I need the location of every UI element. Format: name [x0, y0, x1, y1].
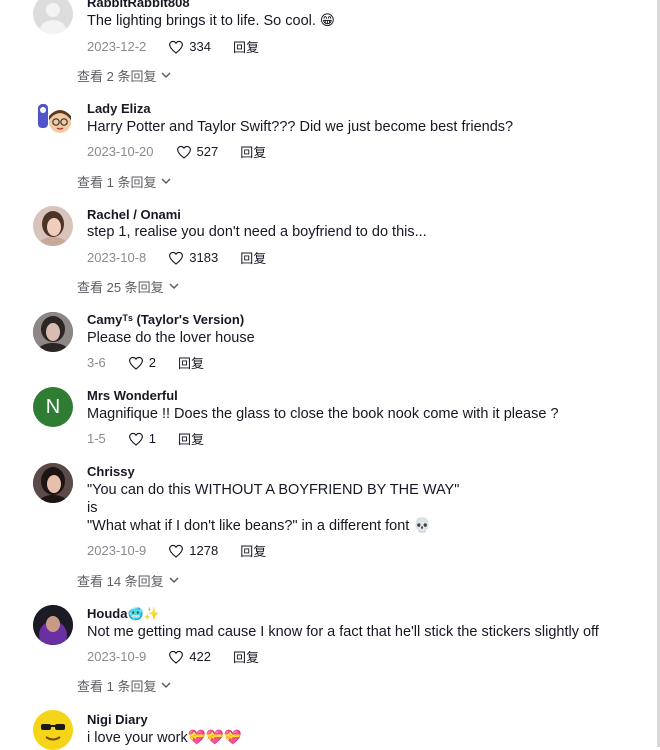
comment-date: 2023-12-2 [87, 39, 147, 54]
comment-meta: 2023-10-20 527 回复 [87, 142, 266, 161]
reply-button[interactable]: 回复 [240, 541, 266, 560]
like-button[interactable]: 1 [128, 431, 156, 446]
comment-date: 3-6 [87, 355, 106, 370]
like-count: 422 [189, 649, 211, 664]
comment-author[interactable]: Lady Eliza [87, 101, 151, 116]
chevron-down-icon [161, 682, 171, 689]
chevron-down-icon [169, 577, 179, 584]
like-count: 2 [148, 355, 157, 370]
chevron-down-icon [169, 283, 179, 290]
comment-author[interactable]: Houda🥶✨ [87, 606, 160, 622]
reply-button[interactable]: 回复 [233, 647, 259, 666]
view-replies-label: 查看 14 条回复 [77, 574, 164, 589]
like-button[interactable]: 422 [168, 649, 211, 664]
reply-button[interactable]: 回复 [178, 429, 204, 448]
comment-author[interactable]: Nigi Diary [87, 712, 148, 727]
comment-text: "What what if I don't like beans?" in a … [87, 518, 432, 534]
comment-author[interactable]: Mrs Wonderful [87, 388, 178, 403]
comment-date: 2023-10-9 [87, 543, 147, 558]
comment-date: 2023-10-8 [87, 250, 147, 265]
avatar[interactable] [33, 605, 73, 645]
avatar[interactable] [33, 206, 73, 246]
view-replies-link[interactable]: 查看 25 条回复 [77, 277, 179, 296]
like-count: 1 [148, 431, 157, 446]
comment-text: is [87, 500, 98, 516]
like-button[interactable]: 1278 [168, 543, 218, 558]
comment-author[interactable]: Chrissy [87, 464, 135, 479]
like-button[interactable]: 334 [168, 39, 211, 54]
heart-outline-icon [169, 650, 184, 664]
heart-outline-icon [176, 145, 191, 159]
avatar[interactable] [33, 710, 73, 750]
view-replies-link[interactable]: 查看 14 条回复 [77, 571, 179, 590]
comment-meta: 3-6 2 回复 [87, 353, 204, 372]
view-replies-label: 查看 1 条回复 [77, 679, 157, 694]
comment-meta: 2023-10-9 422 回复 [87, 647, 259, 666]
reply-button[interactable]: 回复 [240, 248, 266, 267]
view-replies-link[interactable]: 查看 2 条回复 [77, 66, 171, 85]
avatar[interactable] [33, 0, 73, 34]
comment-author[interactable]: RabbitRabbit808 [87, 0, 190, 10]
comment-meta: 2023-10-8 3183 回复 [87, 248, 266, 267]
comment-author[interactable]: Rachel / Onami [87, 207, 181, 222]
reply-button[interactable]: 回复 [233, 37, 259, 56]
view-replies-link[interactable]: 查看 1 条回复 [77, 172, 171, 191]
reply-button[interactable]: 回复 [178, 353, 204, 372]
reply-button[interactable]: 回复 [240, 142, 266, 161]
like-count: 3183 [189, 250, 219, 265]
like-count: 1278 [189, 543, 219, 558]
view-replies-label: 查看 25 条回复 [77, 280, 164, 295]
avatar[interactable] [33, 100, 73, 140]
like-count: 527 [196, 144, 219, 159]
like-button[interactable]: 2 [128, 355, 156, 370]
comment-date: 2023-10-9 [87, 649, 147, 664]
view-replies-label: 查看 2 条回复 [77, 69, 157, 84]
heart-outline-icon [169, 40, 184, 54]
comment-text: The lighting brings it to life. So cool.… [87, 13, 336, 29]
comment-date: 2023-10-20 [87, 144, 154, 159]
view-replies-label: 查看 1 条回复 [77, 175, 157, 190]
avatar-letter: N [45, 395, 61, 418]
like-button[interactable]: 3183 [168, 250, 218, 265]
like-count: 334 [189, 39, 211, 54]
heart-outline-icon [128, 356, 143, 370]
comment-text: i love your work💝💝💝 [87, 730, 242, 746]
comment-author[interactable]: Camyᵀˢ (Taylor's Version) [87, 312, 244, 327]
heart-outline-icon [169, 544, 184, 558]
like-button[interactable]: 527 [176, 144, 219, 159]
heart-outline-icon [169, 251, 184, 265]
view-replies-link[interactable]: 查看 1 条回复 [77, 676, 171, 695]
heart-outline-icon [128, 432, 143, 446]
comment-text: Magnifique !! Does the glass to close th… [87, 406, 559, 422]
chevron-down-icon [161, 72, 171, 79]
avatar[interactable]: N [33, 387, 73, 427]
chevron-down-icon [161, 178, 171, 185]
comment-text: Please do the lover house [87, 330, 255, 346]
comment-text: Harry Potter and Taylor Swift??? Did we … [87, 119, 514, 135]
avatar[interactable] [33, 463, 73, 503]
comment-meta: 2023-10-9 1278 回复 [87, 541, 266, 560]
comment-meta: 2023-12-2 334 回复 [87, 37, 259, 56]
comment-date: 1-5 [87, 431, 106, 446]
comment-text: step 1, realise you don't need a boyfrie… [87, 224, 427, 240]
avatar[interactable] [33, 312, 73, 352]
comment-meta: 1-5 1 回复 [87, 429, 204, 448]
comment-text: "You can do this WITHOUT A BOYFRIEND BY … [87, 482, 460, 498]
comment-text: Not me getting mad cause I know for a fa… [87, 624, 599, 640]
